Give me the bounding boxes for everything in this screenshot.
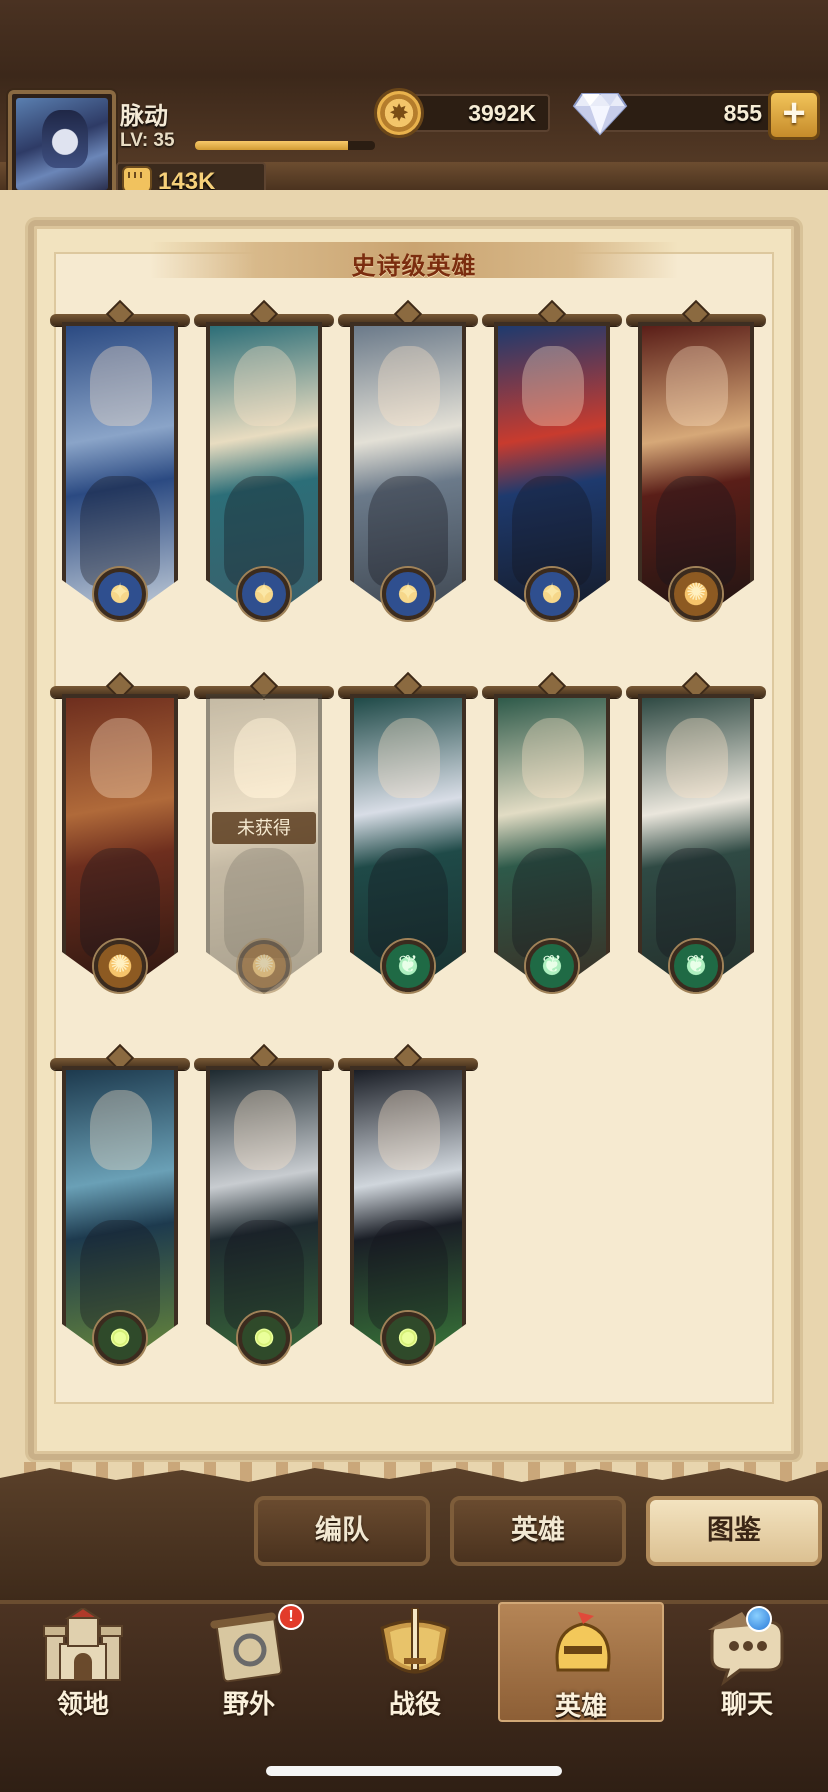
home-indicator[interactable] [266, 1766, 562, 1776]
not-obtained-label: 未获得 [212, 812, 316, 844]
xp-bar-fill [195, 141, 348, 150]
nav-label-heroes: 英雄 [554, 1691, 607, 1721]
hero-card[interactable]: ◉ [338, 1043, 478, 1396]
lightbearer-faction-icon: ✦ [526, 568, 578, 620]
hero-card[interactable]: ❦ [626, 671, 766, 1024]
section-title: 史诗级英雄 [351, 253, 477, 280]
lightbearer-faction-icon: ✦ [94, 568, 146, 620]
hero-card[interactable]: ◉ [50, 1043, 190, 1396]
avatar-portrait [16, 98, 108, 190]
nav-campaign[interactable]: 战役 [332, 1602, 498, 1722]
diamond-value: 855 [723, 100, 762, 126]
diamond-icon [572, 93, 628, 136]
lightbearer-faction-icon: ✦ [238, 568, 290, 620]
chat-notification-dot [746, 1606, 772, 1632]
hero-card[interactable]: ✦ [194, 299, 334, 652]
nav-chat[interactable]: 聊天 [664, 1602, 828, 1722]
hero-card[interactable]: ✦ [338, 299, 478, 652]
graveborn-faction-icon: ◉ [94, 1312, 146, 1364]
hero-card[interactable]: ✦ [482, 299, 622, 652]
wilder-faction-icon: ❦ [670, 940, 722, 992]
castle-icon [43, 1608, 123, 1681]
hero-card[interactable]: ✦ [50, 299, 190, 652]
hero-card[interactable]: ❦ [338, 671, 478, 1024]
tab-heroes[interactable]: 英雄 [450, 1496, 626, 1566]
nav-label-wilds: 野外 [222, 1689, 275, 1719]
nav-label-territory: 领地 [56, 1689, 109, 1719]
gold-coin-icon [374, 88, 424, 138]
mauler-faction-icon: ✺ [238, 940, 290, 992]
hero-card[interactable]: ✺ [50, 671, 190, 1024]
wilder-faction-icon: ❦ [382, 940, 434, 992]
nav-label-chat: 聊天 [720, 1689, 773, 1719]
player-name: 脉动 [120, 103, 168, 130]
tab-formation[interactable]: 编队 [254, 1496, 430, 1566]
hero-card[interactable]: ◉ [194, 1043, 334, 1396]
sword-shield-icon [380, 1608, 450, 1674]
mauler-faction-icon: ✺ [94, 940, 146, 992]
hero-card[interactable]: ✺ [626, 299, 766, 652]
mauler-faction-icon: ✺ [670, 568, 722, 620]
hero-card[interactable]: 未获得 ✺ [194, 671, 334, 1024]
hero-card[interactable]: ❦ [482, 671, 622, 1024]
graveborn-faction-icon: ◉ [238, 1312, 290, 1364]
tab-collection[interactable]: 图鉴 [646, 1496, 822, 1566]
helmet-icon [555, 1612, 611, 1672]
xp-bar [195, 141, 375, 150]
wilder-faction-icon: ❦ [526, 940, 578, 992]
player-level: LV: 35 [120, 130, 175, 151]
section-ribbon: 史诗级英雄 [150, 242, 678, 280]
add-diamonds-button[interactable]: + [768, 90, 820, 140]
player-avatar[interactable] [8, 90, 116, 198]
nav-heroes[interactable]: 英雄 [498, 1602, 664, 1722]
graveborn-faction-icon: ◉ [382, 1312, 434, 1364]
nav-territory[interactable]: 领地 [0, 1602, 166, 1722]
lightbearer-faction-icon: ✦ [382, 568, 434, 620]
alert-badge: ! [278, 1604, 304, 1630]
nav-wilds[interactable]: ! 野外 [166, 1602, 332, 1722]
gold-value: 3992K [468, 100, 536, 126]
nav-label-campaign: 战役 [388, 1689, 441, 1719]
